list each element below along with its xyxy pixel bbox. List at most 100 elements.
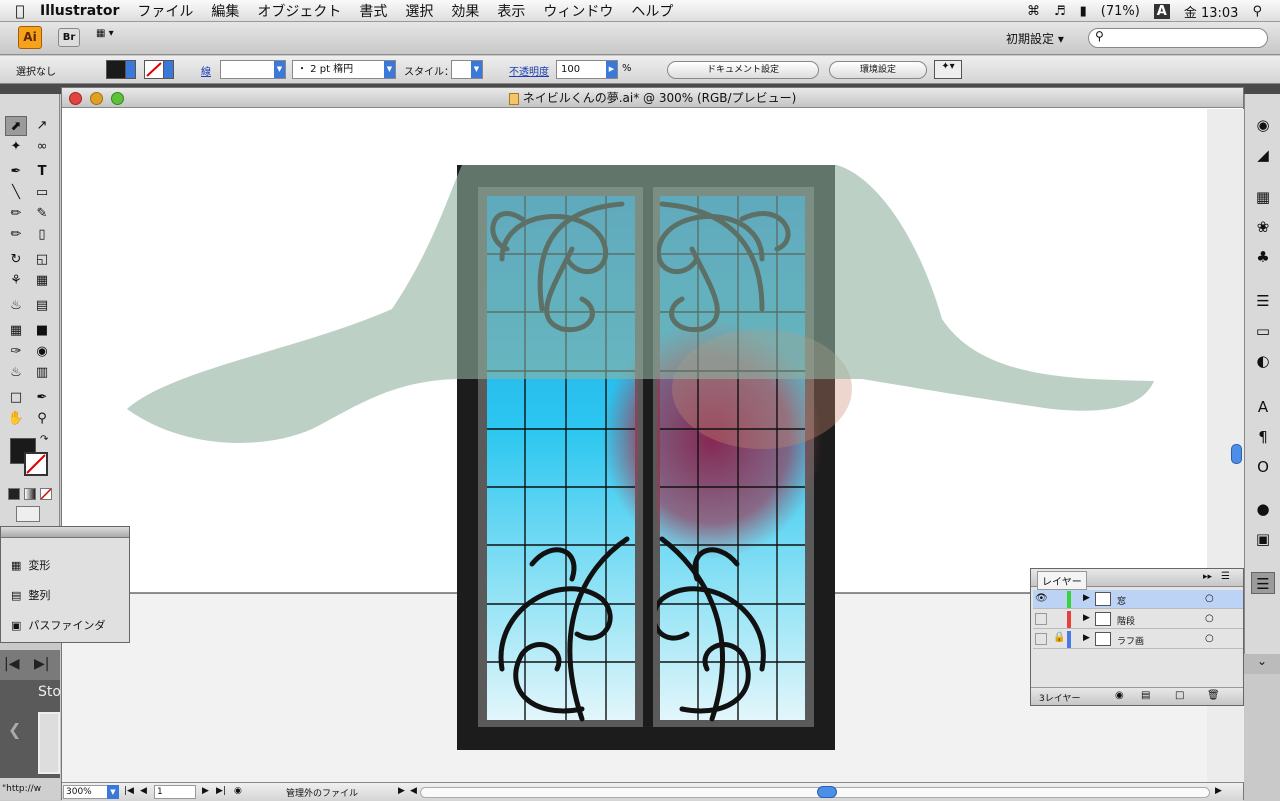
rectangle-tool-icon[interactable]: ▭ — [31, 183, 53, 203]
opentype-icon[interactable]: O — [1251, 456, 1275, 478]
visibility-eye-icon[interactable]: 👁 — [1035, 593, 1048, 604]
zoom-tool-icon[interactable]: ⚲ — [31, 409, 53, 429]
eyedropper-tool-icon[interactable]: ✑ — [5, 342, 27, 362]
horizontal-scrollbar[interactable] — [420, 787, 1210, 798]
transform-panel-item[interactable]: ▦ 変形 — [11, 557, 50, 573]
illustrator-app-icon[interactable]: Ai — [18, 26, 42, 49]
help-search-input[interactable]: ⚲ — [1088, 28, 1268, 48]
character-icon[interactable]: A — [1251, 396, 1275, 418]
brush-dropdown-arrow[interactable]: ▼ — [384, 61, 395, 78]
menubar-clock[interactable]: 金 13:03 — [1184, 2, 1239, 21]
live-paint-bucket-tool-icon[interactable]: ♨ — [5, 363, 27, 383]
input-method-icon[interactable]: A — [1153, 3, 1170, 19]
stroke-swatch[interactable] — [144, 60, 164, 79]
target-circle-icon[interactable]: ○ — [1205, 633, 1214, 644]
vertical-scroll-thumb[interactable] — [1231, 444, 1242, 464]
menu-app-name[interactable]: Illustrator — [40, 3, 119, 19]
bridge-button[interactable]: Br — [58, 28, 80, 47]
menu-object[interactable]: オブジェクト — [257, 1, 341, 21]
artboard-tool-icon[interactable]: □ — [5, 388, 27, 408]
menu-view[interactable]: 表示 — [497, 1, 525, 21]
none-mode-icon[interactable] — [40, 488, 52, 500]
magic-wand-tool-icon[interactable]: ✦ — [5, 137, 27, 157]
minimize-window-icon[interactable] — [90, 92, 103, 105]
target-circle-icon[interactable]: ○ — [1205, 613, 1214, 624]
gradient-panel-icon[interactable]: ▭ — [1251, 320, 1275, 342]
swap-fill-stroke-icon[interactable]: ↷ — [40, 434, 48, 445]
scale-tool-icon[interactable]: ◱ — [31, 250, 53, 270]
screen-mode-icon[interactable] — [16, 506, 40, 522]
battery-icon[interactable]: ▮ — [1080, 4, 1087, 19]
stroke-panel-icon[interactable]: ☰ — [1251, 290, 1275, 312]
delete-layer-icon[interactable]: 🗑 — [1207, 690, 1220, 701]
status-menu-arrow[interactable]: ▶ — [398, 786, 405, 796]
volume-icon[interactable]: ♬ — [1054, 4, 1066, 19]
isolate-selection-icon[interactable]: ✦▾ — [934, 60, 962, 79]
slice-tool-icon[interactable]: ✒ — [31, 388, 53, 408]
status-info-icon[interactable]: ◉ — [234, 786, 242, 796]
layers-panel-icon[interactable]: ☰ — [1251, 572, 1275, 594]
fill-dropdown-arrow[interactable] — [126, 60, 136, 79]
brush-dropdown[interactable]: ・ 2 pt 楕円 ▼ — [292, 60, 396, 79]
filmstrip-thumbnail[interactable] — [38, 712, 60, 774]
color-panel-icon[interactable]: ◢ — [1251, 144, 1275, 166]
next-page-icon[interactable]: ▶ — [202, 786, 209, 796]
menu-window[interactable]: ウィンドウ — [543, 1, 613, 21]
menu-file[interactable]: ファイル — [137, 1, 193, 21]
free-transform-tool-icon[interactable]: ▦ — [31, 271, 53, 291]
lasso-tool-icon[interactable]: ∞ — [31, 137, 53, 157]
blend-tool-icon[interactable]: ◉ — [31, 342, 53, 362]
menu-edit[interactable]: 編集 — [211, 1, 239, 21]
prev-page-icon[interactable]: ◀ — [140, 786, 147, 796]
layer-row-rough[interactable]: 🔒 ▶ ラフ画 ○ — [1033, 630, 1243, 649]
collapse-panel-icon[interactable]: ▸▸ — [1203, 572, 1212, 582]
pathfinder-panel-item[interactable]: ▣ パスファインダ — [11, 617, 105, 633]
layer-row-window[interactable]: 👁 ▶ 窓 ○ — [1033, 590, 1243, 609]
layer-row-stairs[interactable]: ▶ 階段 ○ — [1033, 610, 1243, 629]
filmstrip-prev-icon[interactable]: ❮ — [8, 720, 21, 739]
zoom-window-icon[interactable] — [111, 92, 124, 105]
paragraph-icon[interactable]: ¶ — [1251, 426, 1275, 448]
stroke-color-box[interactable] — [24, 452, 48, 476]
align-panel-item[interactable]: ▤ 整列 — [11, 587, 50, 603]
paintbrush-tool-icon[interactable]: ✏ — [5, 204, 27, 224]
style-dropdown-arrow[interactable]: ▼ — [471, 61, 482, 78]
arrange-documents-icon[interactable]: ▦ ▾ — [96, 28, 126, 47]
eraser-tool-icon[interactable]: ▯ — [31, 225, 53, 245]
new-sublayer-icon[interactable]: ▤ — [1141, 690, 1150, 701]
stroke-label[interactable]: 線 — [201, 63, 211, 78]
mesh-tool-icon[interactable]: ▦ — [5, 321, 27, 341]
hand-tool-icon[interactable]: ✋ — [5, 409, 27, 429]
rotate-tool-icon[interactable]: ↻ — [5, 250, 27, 270]
direct-selection-tool-icon[interactable]: ↗ — [31, 116, 53, 136]
lock-icon[interactable]: 🔒 — [1053, 632, 1065, 643]
layers-tab[interactable]: レイヤー — [1037, 571, 1087, 590]
layer-name[interactable]: 階段 — [1117, 614, 1135, 627]
floating-panel-header[interactable] — [1, 527, 129, 538]
layer-name[interactable]: ラフ画 — [1117, 634, 1144, 647]
scroll-left-arrow[interactable]: ◀ — [410, 786, 417, 796]
battery-percent[interactable]: (71%) — [1101, 4, 1140, 19]
wifi-icon[interactable]: ⌘ — [1027, 4, 1040, 19]
line-tool-icon[interactable]: ╲ — [5, 183, 27, 203]
style-dropdown[interactable]: ▼ — [451, 60, 483, 79]
stroke-dropdown-arrow[interactable] — [164, 60, 174, 79]
zoom-dropdown-arrow[interactable]: ▼ — [107, 785, 119, 799]
pen-tool-icon[interactable]: ✒ — [5, 162, 27, 182]
stroke-weight-field[interactable]: ▼ — [220, 60, 286, 79]
workspace-switcher[interactable]: 初期設定 ▾ — [1006, 30, 1064, 47]
last-page-icon[interactable]: ▶| — [216, 786, 226, 796]
visibility-toggle[interactable] — [1035, 633, 1047, 645]
menu-effect[interactable]: 効果 — [451, 1, 479, 21]
gradient-mode-icon[interactable] — [24, 488, 36, 500]
expand-arrow-icon[interactable]: ▶ — [1083, 613, 1090, 623]
layer-name[interactable]: 窓 — [1117, 594, 1126, 607]
appearance-icon[interactable]: ● — [1251, 498, 1275, 520]
document-setup-button[interactable]: ドキュメント設定 — [667, 61, 819, 79]
target-circle-icon[interactable]: ○ — [1205, 593, 1214, 604]
brushes-icon[interactable]: ❀ — [1251, 216, 1275, 238]
graphic-styles-icon[interactable]: ▣ — [1251, 528, 1275, 550]
opacity-arrow[interactable]: ▶ — [606, 61, 617, 78]
opacity-label[interactable]: 不透明度 — [509, 63, 549, 78]
first-page-icon[interactable]: |◀ — [124, 786, 134, 796]
